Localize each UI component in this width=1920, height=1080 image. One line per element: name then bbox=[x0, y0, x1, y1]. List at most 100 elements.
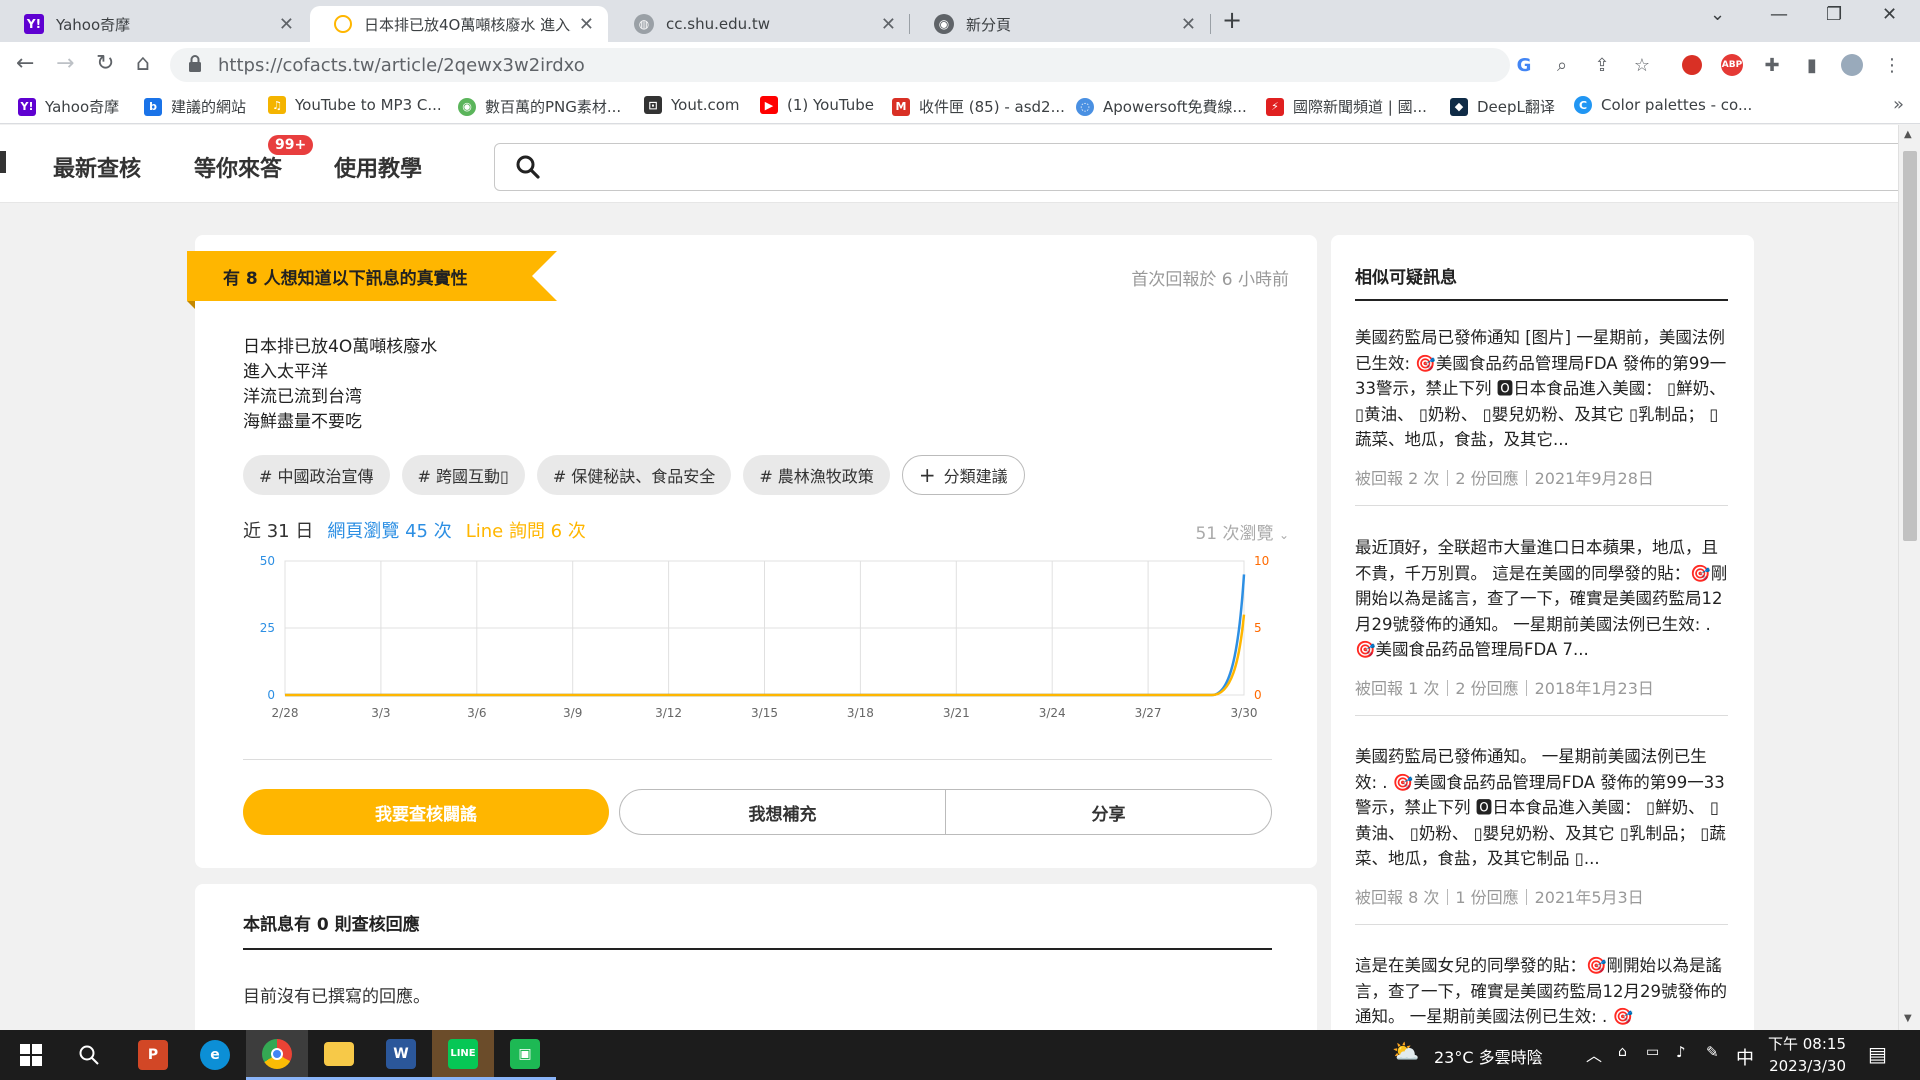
notification-icon[interactable]: ▤ bbox=[1868, 1042, 1887, 1066]
nav-latest[interactable]: 最新查核 bbox=[53, 151, 141, 183]
bookmark-item[interactable]: ◉ 數百萬的PNG素材... bbox=[458, 96, 621, 117]
bookmark-star-icon[interactable]: ☆ bbox=[1630, 53, 1654, 77]
ribbon-fold bbox=[187, 301, 195, 309]
extensions-icon[interactable]: ✚ bbox=[1760, 53, 1784, 77]
taskbar-search-button[interactable] bbox=[58, 1030, 120, 1080]
tab-search-icon[interactable]: ⌄ bbox=[1710, 4, 1725, 25]
close-icon[interactable]: ✕ bbox=[881, 14, 896, 35]
home-icon[interactable]: ⌂ bbox=[136, 51, 150, 76]
google-icon[interactable]: G bbox=[1512, 53, 1536, 77]
similar-message-item[interactable]: 美國药監局已發佈通知。 一星期前美國法例已生效: . 🎯美國食品药品管理局FDA… bbox=[1355, 744, 1728, 925]
bookmark-item[interactable]: Y! Yahoo奇摩 bbox=[18, 96, 119, 117]
taskbar-word[interactable]: W bbox=[370, 1030, 432, 1080]
start-button[interactable] bbox=[0, 1030, 62, 1080]
taskbar-chrome[interactable] bbox=[246, 1030, 308, 1080]
browser-tab-cofacts[interactable]: 日本排已放4O萬噸核廢水 進入太平洋 洋流已流到台湾... ✕ bbox=[310, 6, 608, 42]
adblock-icon[interactable]: ABP bbox=[1720, 53, 1744, 77]
taskbar-edge[interactable]: e bbox=[184, 1030, 246, 1080]
similar-message-item[interactable]: 美國药監局已發佈通知 [图片] 一星期前，美國法例已生效: 🎯美國食品药品管理局… bbox=[1355, 325, 1728, 506]
zoom-icon[interactable]: ⌕ bbox=[1550, 53, 1574, 77]
search-input[interactable] bbox=[494, 143, 1914, 191]
volume-icon[interactable]: ♪ bbox=[1676, 1043, 1686, 1061]
ime-indicator[interactable]: 中 bbox=[1736, 1044, 1754, 1070]
browser-tab-shu[interactable]: ◍ cc.shu.edu.tw ✕ bbox=[610, 6, 910, 42]
network-icon[interactable]: ⌂ bbox=[1618, 1044, 1627, 1060]
bookmark-item[interactable]: M 收件匣 (85) - asd2... bbox=[892, 96, 1065, 117]
search-icon[interactable] bbox=[515, 154, 541, 180]
taskbar-line[interactable]: LINE bbox=[432, 1030, 494, 1080]
weather-icon[interactable]: ⛅ bbox=[1392, 1040, 1419, 1065]
share-icon[interactable]: ⇪ bbox=[1590, 53, 1614, 77]
x-tick-label: 3/9 bbox=[563, 706, 582, 720]
forward-icon[interactable]: → bbox=[56, 51, 74, 76]
article-card: 有 8 人想知道以下訊息的真實性 首次回報於 6 小時前 日本排已放4O萬噸核廢… bbox=[187, 235, 1317, 868]
gmail-icon: M bbox=[892, 97, 910, 116]
maximize-button[interactable]: ❐ bbox=[1826, 4, 1842, 25]
supplement-button[interactable]: 我想補充 bbox=[620, 790, 945, 834]
nav-awaiting-answers[interactable]: 等你來答 bbox=[194, 151, 282, 183]
taskbar-file-explorer[interactable] bbox=[308, 1030, 370, 1080]
bookmark-item[interactable]: ▶ (1) YouTube bbox=[760, 96, 874, 114]
scroll-down-icon[interactable]: ▼ bbox=[1904, 1013, 1912, 1024]
taskbar-powerpoint[interactable]: P bbox=[122, 1030, 184, 1080]
weather-text[interactable]: 23°C 多雲時陰 bbox=[1434, 1044, 1543, 1068]
profile-avatar[interactable] bbox=[1840, 53, 1864, 77]
suggest-category-label: 分類建議 bbox=[943, 467, 1008, 486]
menu-icon[interactable]: ⋮ bbox=[1880, 53, 1904, 77]
tag-health-food-safety[interactable]: # 保健秘訣、食品安全 bbox=[536, 455, 732, 495]
tag-agriculture-policy[interactable]: # 農林漁牧政策 bbox=[743, 455, 890, 495]
battery-icon[interactable]: ▭ bbox=[1646, 1044, 1659, 1060]
bookmark-item[interactable]: b 建議的網站 bbox=[144, 96, 246, 117]
bookmark-item[interactable]: ⊡ Yout.com bbox=[644, 96, 740, 114]
taskbar-app-green[interactable]: ▣ bbox=[494, 1030, 556, 1080]
chevron-right-icon[interactable]: » bbox=[1893, 94, 1904, 115]
line-icon: LINE bbox=[448, 1038, 478, 1069]
bookmark-item[interactable]: ◌ Apowersoft免費線... bbox=[1076, 96, 1247, 117]
x-tick-label: 3/27 bbox=[1135, 706, 1162, 720]
similar-message-item[interactable]: 最近頂好，全联超市大量進口日本蘋果，地瓜，且不貴，千万別買。 這是在美國的同學發… bbox=[1355, 535, 1728, 716]
browser-tab-yahoo[interactable]: Y! Yahoo奇摩 ✕ bbox=[0, 6, 308, 42]
tag-china-propaganda[interactable]: # 中國政治宣傳 bbox=[243, 455, 390, 495]
y-left-tick-label: 0 bbox=[267, 688, 275, 702]
page-scrollbar[interactable]: ▲ ▼ bbox=[1898, 125, 1920, 1030]
fact-check-button[interactable]: 我要查核闢謠 bbox=[243, 789, 609, 835]
bookmark-label: Yahoo奇摩 bbox=[45, 98, 120, 116]
extension-badge-icon[interactable] bbox=[1680, 53, 1704, 77]
url-text[interactable]: https://cofacts.tw/article/2qewx3w2irdxo bbox=[218, 55, 585, 76]
browser-toolbar: ← → ↻ ⌂ https://cofacts.tw/article/2qewx… bbox=[0, 42, 1920, 88]
yahoo-icon: Y! bbox=[18, 97, 36, 116]
message-line: 洋流已流到台湾 bbox=[243, 387, 362, 407]
tray-chevron-up-icon[interactable]: ︿ bbox=[1586, 1042, 1602, 1066]
share-button[interactable]: 分享 bbox=[945, 790, 1271, 834]
sidepanel-icon[interactable]: ▮ bbox=[1800, 53, 1824, 77]
tag-cross-border[interactable]: # 跨國互動▯ bbox=[401, 455, 525, 495]
bookmark-item[interactable]: ◆ DeepL翻译 bbox=[1450, 96, 1555, 117]
similar-message-text: 最近頂好，全联超市大量進口日本蘋果，地瓜，且不貴，千万別買。 這是在美國的同學發… bbox=[1355, 538, 1728, 659]
close-icon[interactable]: ✕ bbox=[279, 14, 294, 35]
similar-message-item[interactable]: 這是在美國女兒的同學發的貼：🎯剛開始以為是謠言，查了一下，確實是美國药監局12月… bbox=[1355, 953, 1728, 1030]
scroll-up-icon[interactable]: ▲ bbox=[1904, 129, 1912, 140]
bookmark-item[interactable]: ♫ YouTube to MP3 C... bbox=[268, 96, 442, 114]
bookmark-item[interactable]: ⚡ 國際新聞頻道 | 國... bbox=[1266, 96, 1427, 117]
bookmark-item[interactable]: C Color palettes - co... bbox=[1574, 96, 1752, 114]
ime-pen-icon[interactable]: ✎ bbox=[1706, 1043, 1719, 1061]
close-window-button[interactable]: ✕ bbox=[1882, 4, 1897, 25]
new-tab-button[interactable]: + bbox=[1222, 6, 1242, 34]
reload-icon[interactable]: ↻ bbox=[96, 51, 114, 76]
close-icon[interactable]: ✕ bbox=[579, 14, 594, 35]
close-icon[interactable]: ✕ bbox=[1181, 14, 1196, 35]
music-icon: ♫ bbox=[268, 96, 286, 114]
folder-icon bbox=[324, 1041, 354, 1066]
back-icon[interactable]: ← bbox=[16, 51, 34, 76]
minimize-button[interactable]: — bbox=[1770, 4, 1788, 25]
category-tags: # 中國政治宣傳 # 跨國互動▯ # 保健秘訣、食品安全 # 農林漁牧政策 + … bbox=[243, 455, 1025, 495]
view-total-dropdown[interactable]: 51 次瀏覽 ⌄ bbox=[1195, 519, 1289, 544]
clock-time: 下午 08:15 bbox=[1768, 1035, 1846, 1053]
nav-tutorial[interactable]: 使用教學 bbox=[334, 151, 422, 183]
address-bar[interactable]: https://cofacts.tw/article/2qewx3w2irdxo bbox=[170, 48, 1510, 82]
browser-tab-newtab[interactable]: ◉ 新分頁 ✕ bbox=[910, 6, 1210, 42]
clock[interactable]: 下午 08:15 2023/3/30 bbox=[1766, 1033, 1846, 1077]
suggest-category-button[interactable]: + 分類建議 bbox=[901, 455, 1025, 495]
scrollbar-thumb[interactable] bbox=[1903, 151, 1917, 541]
lock-icon[interactable] bbox=[188, 55, 202, 73]
